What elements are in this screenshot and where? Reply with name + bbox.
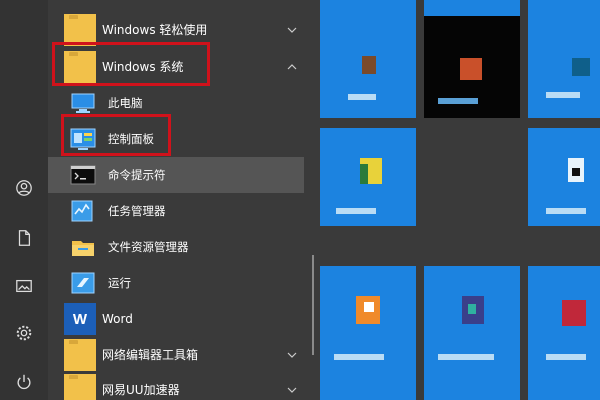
list-item-label: 运行: [108, 276, 131, 290]
document-icon[interactable]: [6, 220, 42, 256]
control-panel-icon: [68, 124, 98, 154]
list-item-label: 文件资源管理器: [108, 240, 189, 254]
list-item-file-explorer[interactable]: 文件资源管理器: [48, 229, 304, 265]
terminal-icon: [68, 160, 98, 190]
list-item-this-pc[interactable]: 此电脑: [48, 85, 304, 121]
pinned-tile[interactable]: [424, 266, 520, 400]
list-item-label: 网络编辑器工具箱: [102, 348, 199, 362]
power-icon[interactable]: [6, 364, 42, 400]
pinned-tile[interactable]: [528, 266, 600, 400]
tiles-area: [314, 0, 600, 400]
pinned-tile[interactable]: [320, 266, 416, 400]
list-item-control-panel[interactable]: 控制面板: [48, 121, 304, 157]
pinned-tile-top: [424, 0, 520, 16]
list-item-windows-ease[interactable]: Windows 轻松使用: [48, 12, 304, 48]
pinned-tile[interactable]: [424, 16, 520, 118]
word-icon: W: [64, 303, 96, 335]
chevron-down-icon: [287, 352, 297, 358]
settings-icon[interactable]: [6, 315, 42, 351]
list-item-label: Windows 系统: [102, 60, 184, 74]
pinned-tile[interactable]: [528, 128, 600, 226]
task-manager-icon: [68, 196, 98, 226]
list-item-task-manager[interactable]: 任务管理器: [48, 193, 304, 229]
computer-icon: [68, 88, 98, 118]
list-item-windows-system[interactable]: Windows 系统: [48, 49, 304, 85]
folder-icon: [64, 339, 96, 371]
list-item-label: 网易UU加速器: [102, 383, 180, 397]
list-item-run[interactable]: 运行: [48, 265, 304, 301]
chevron-up-icon: [287, 64, 297, 70]
folder-icon: [64, 374, 96, 400]
file-explorer-icon: [68, 232, 98, 262]
list-item-label: 命令提示符: [108, 168, 166, 182]
user-icon[interactable]: [6, 170, 42, 206]
list-item-label: 控制面板: [108, 132, 154, 146]
app-list: Windows 轻松使用 Windows 系统 此电脑 控制面板 命令提示符 任…: [48, 0, 314, 400]
pictures-icon[interactable]: [6, 268, 42, 304]
folder-icon: [64, 14, 96, 46]
list-item-label: Windows 轻松使用: [102, 23, 208, 37]
folder-icon: [64, 51, 96, 83]
word-icon-letter: W: [72, 310, 88, 328]
chevron-down-icon: [287, 387, 297, 393]
pinned-tile[interactable]: [528, 0, 600, 118]
list-item-label: 此电脑: [108, 96, 143, 110]
chevron-down-icon: [287, 27, 297, 33]
run-icon: [68, 268, 98, 298]
list-item-label: Word: [102, 312, 133, 326]
list-item-label: 任务管理器: [108, 204, 166, 218]
pinned-tile[interactable]: [320, 128, 416, 226]
list-item-netease-tool[interactable]: 网络编辑器工具箱: [48, 337, 304, 373]
list-item-cmd[interactable]: 命令提示符: [48, 157, 304, 193]
pinned-tile[interactable]: [320, 0, 416, 118]
list-item-netease-uu[interactable]: 网易UU加速器: [48, 372, 304, 400]
list-item-word[interactable]: W Word: [48, 301, 304, 337]
left-rail: [0, 0, 48, 400]
